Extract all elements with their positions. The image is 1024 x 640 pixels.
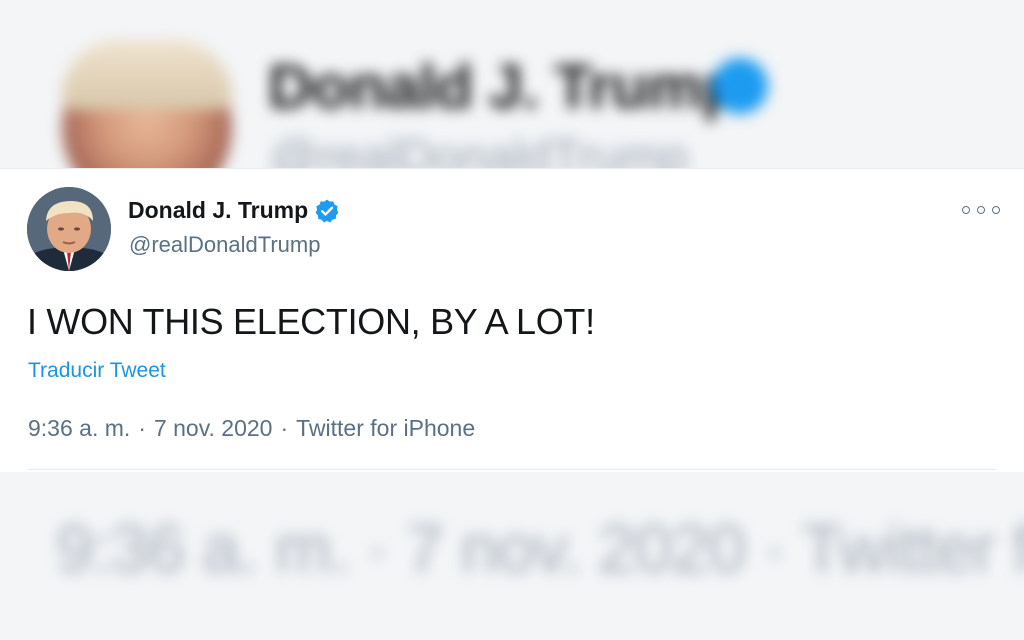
translate-tweet-link[interactable]: Traducir Tweet (28, 359, 166, 383)
more-options-icon[interactable] (962, 199, 1000, 221)
more-dot (962, 206, 970, 214)
blurred-verified-badge (712, 58, 768, 114)
verified-badge-icon (314, 198, 340, 224)
meta-separator: · (280, 415, 289, 441)
avatar[interactable] (27, 187, 111, 271)
author-handle[interactable]: @realDonaldTrump (129, 232, 320, 258)
blurred-meta: 9:36 a. m. · 7 nov. 2020 · Twitter for i… (56, 511, 1024, 587)
tweet-date[interactable]: 7 nov. 2020 (154, 415, 273, 442)
divider (28, 469, 996, 470)
more-dot (992, 206, 1000, 214)
tweet-card: Donald J. Trump @realDonaldTrump I WON T… (0, 168, 1024, 472)
tweet-text: I WON THIS ELECTION, BY A LOT! (27, 301, 595, 342)
meta-separator: · (138, 415, 146, 441)
tweet-time[interactable]: 9:36 a. m. (28, 415, 130, 442)
more-dot (977, 206, 985, 214)
blurred-avatar-hair (62, 40, 232, 110)
author-name[interactable]: Donald J. Trump (128, 197, 308, 224)
blurred-name: Donald J. Trump (268, 53, 740, 122)
avatar-image (27, 187, 111, 271)
author-row: Donald J. Trump (128, 197, 340, 224)
tweet-meta: 9:36 a. m. · 7 nov. 2020 · Twitter for i… (28, 415, 475, 442)
tweet-source[interactable]: Twitter for iPhone (296, 415, 475, 442)
